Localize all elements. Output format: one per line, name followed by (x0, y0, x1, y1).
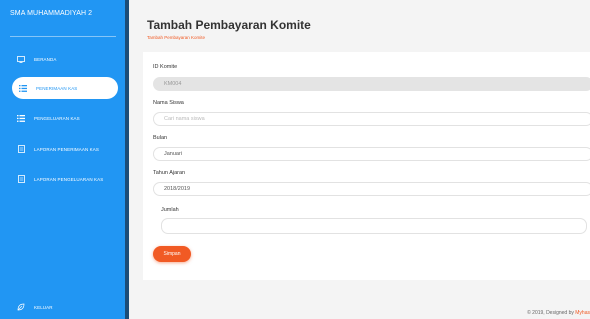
page-title: Tambah Pembayaran Komite (147, 18, 311, 32)
id-komite-label: ID Komite (153, 64, 178, 70)
id-komite-field: KM004 (153, 77, 590, 91)
sidebar-item-pengeluaran-kas[interactable]: PENGELUARAN KAS (10, 107, 120, 129)
sidebar-item-label: BERANDA (34, 56, 57, 62)
sidebar-item-laporan-penerimaan-kas[interactable]: LAPORAN PENERIMAAN KAS (10, 138, 120, 160)
sidebar-item-penerimaan-kas[interactable]: PENERIMAAN KAS (12, 77, 118, 99)
leaf-icon (14, 303, 28, 311)
sidebar-item-beranda[interactable]: BERANDA (10, 48, 120, 70)
brand-title: SMA MUHAMMADIYAH 2 (10, 10, 93, 17)
tahun-ajaran-label: Tahun Ajaran (153, 170, 186, 176)
bulan-label: Bulan (153, 135, 168, 141)
footer-text: © 2019, Designed by (527, 310, 574, 316)
document-icon (14, 175, 28, 183)
breadcrumb: Tambah Pembayaran Komite (147, 35, 206, 40)
main-content: Tambah Pembayaran Komite Tambah Pembayar… (129, 0, 590, 319)
form-card: ID Komite KM004 Nama Siswa Cari nama sis… (143, 52, 590, 280)
monitor-icon (14, 55, 28, 63)
footer: © 2019, Designed by Myhas (527, 310, 590, 316)
sidebar-item-label: PENERIMAAN KAS (36, 85, 78, 91)
footer-link[interactable]: Myhas (575, 310, 590, 316)
nama-siswa-input[interactable]: Cari nama siswa (153, 112, 590, 126)
list-icon (14, 114, 28, 122)
bulan-value: Januari (164, 151, 183, 157)
id-komite-value: KM004 (164, 81, 182, 87)
sidebar-item-label: PENGELUARAN KAS (34, 115, 80, 121)
jumlah-input[interactable] (161, 218, 587, 234)
sidebar-item-label: LAPORAN PENERIMAAN KAS (34, 146, 99, 152)
sidebar-item-laporan-pengeluaran-kas[interactable]: LAPORAN PENGELUARAN KAS (10, 168, 120, 190)
tahun-ajaran-value: 2018/2019 (164, 186, 190, 192)
jumlah-label: Jumlah (161, 207, 179, 213)
document-icon (14, 145, 28, 153)
sidebar: SMA MUHAMMADIYAH 2 BERANDA PENERIMAAN KA… (0, 0, 125, 319)
brand-divider (10, 36, 116, 37)
list-icon (16, 84, 30, 92)
nama-siswa-placeholder: Cari nama siswa (164, 116, 205, 122)
logout-button[interactable]: KELUAR (14, 303, 53, 311)
sidebar-item-label: LAPORAN PENGELUARAN KAS (34, 176, 104, 182)
nama-siswa-label: Nama Siswa (153, 100, 184, 106)
save-button[interactable]: Simpan (153, 246, 191, 262)
bulan-select[interactable]: Januari ▾ (153, 147, 590, 161)
logout-label: KELUAR (34, 304, 53, 310)
tahun-ajaran-select[interactable]: 2018/2019 ▾ (153, 182, 590, 196)
